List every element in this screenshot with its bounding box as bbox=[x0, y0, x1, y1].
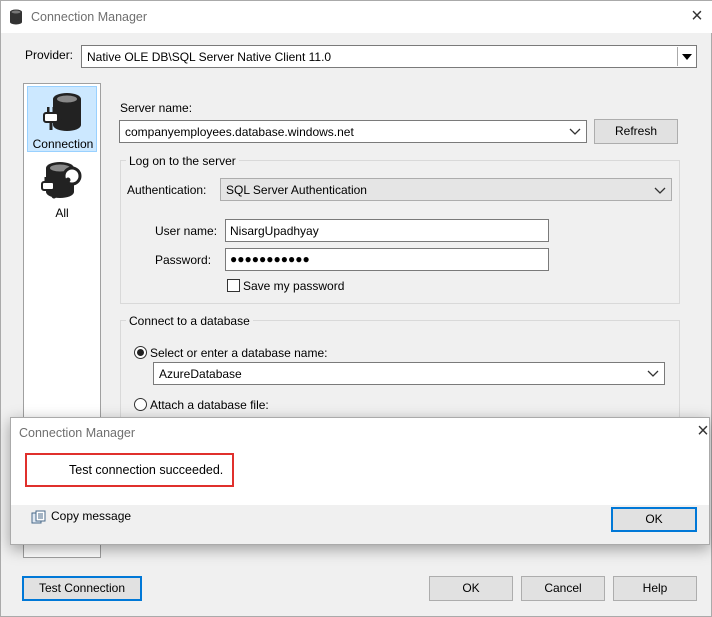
database-group-title: Connect to a database bbox=[126, 314, 253, 328]
authentication-select[interactable]: SQL Server Authentication bbox=[220, 178, 672, 201]
provider-label: Provider: bbox=[25, 48, 74, 62]
cancel-button[interactable]: Cancel bbox=[521, 576, 605, 601]
dialog-message-area: Test connection succeeded. bbox=[11, 448, 709, 505]
server-name-input[interactable]: companyemployees.database.windows.net bbox=[119, 120, 587, 143]
authentication-label: Authentication: bbox=[127, 183, 207, 197]
authentication-value: SQL Server Authentication bbox=[226, 183, 367, 197]
window-title: Connection Manager bbox=[31, 10, 148, 24]
provider-dropdown-button[interactable] bbox=[677, 47, 695, 66]
provider-select[interactable]: Native OLE DB\SQL Server Native Client 1… bbox=[81, 45, 697, 68]
ok-button[interactable]: OK bbox=[429, 576, 513, 601]
select-database-radio[interactable] bbox=[134, 346, 147, 359]
help-button[interactable]: Help bbox=[613, 576, 697, 601]
database-name-value: AzureDatabase bbox=[159, 367, 242, 381]
triangle-down-icon bbox=[682, 54, 692, 60]
dialog-close-icon[interactable]: × bbox=[691, 421, 712, 445]
server-name-value: companyemployees.database.windows.net bbox=[125, 125, 354, 139]
user-name-label: User name: bbox=[155, 224, 218, 238]
attach-database-label: Attach a database file: bbox=[150, 398, 269, 412]
select-database-label: Select or enter a database name: bbox=[150, 346, 328, 360]
radio-dot bbox=[137, 349, 144, 356]
database-name-input[interactable]: AzureDatabase bbox=[153, 362, 665, 385]
database-icon bbox=[10, 9, 22, 25]
test-connection-button[interactable]: Test Connection bbox=[22, 576, 142, 601]
user-name-input[interactable]: NisargUpadhyay bbox=[225, 219, 549, 242]
chevron-down-icon[interactable] bbox=[646, 366, 660, 380]
refresh-button[interactable]: Refresh bbox=[594, 119, 678, 144]
dialog-ok-button[interactable]: OK bbox=[611, 507, 697, 532]
dialog-title: Connection Manager bbox=[19, 426, 136, 440]
copy-icon[interactable] bbox=[31, 510, 47, 524]
database-plug-icon bbox=[43, 93, 81, 131]
save-password-label: Save my password bbox=[243, 279, 345, 293]
dialog-title-bar: Connection Manager × bbox=[11, 418, 709, 448]
close-icon[interactable]: × bbox=[685, 6, 709, 30]
attach-database-radio[interactable] bbox=[134, 398, 147, 411]
server-name-label: Server name: bbox=[120, 101, 193, 115]
password-input[interactable]: ●●●●●●●●●●● bbox=[225, 248, 549, 271]
test-result-dialog: Connection Manager × Test connection suc… bbox=[10, 417, 710, 545]
chevron-down-icon[interactable] bbox=[568, 124, 582, 138]
password-label: Password: bbox=[155, 253, 212, 267]
logon-group-title: Log on to the server bbox=[126, 154, 239, 168]
user-name-value: NisargUpadhyay bbox=[230, 224, 319, 238]
save-password-checkbox[interactable] bbox=[227, 279, 240, 292]
dialog-message: Test connection succeeded. bbox=[69, 463, 224, 477]
chevron-down-icon bbox=[654, 187, 666, 194]
sidebar-item-all[interactable]: All bbox=[27, 156, 97, 222]
title-bar: Connection Manager × bbox=[1, 1, 712, 33]
database-wrench-icon bbox=[41, 162, 82, 199]
password-value: ●●●●●●●●●●● bbox=[230, 252, 310, 266]
sidebar-item-all-label: All bbox=[55, 206, 69, 220]
provider-value: Native OLE DB\SQL Server Native Client 1… bbox=[87, 50, 332, 64]
sidebar-item-connection[interactable]: Connection bbox=[27, 86, 97, 152]
sidebar-item-connection-label: Connection bbox=[32, 137, 94, 151]
copy-message-link[interactable]: Copy message bbox=[51, 509, 131, 523]
